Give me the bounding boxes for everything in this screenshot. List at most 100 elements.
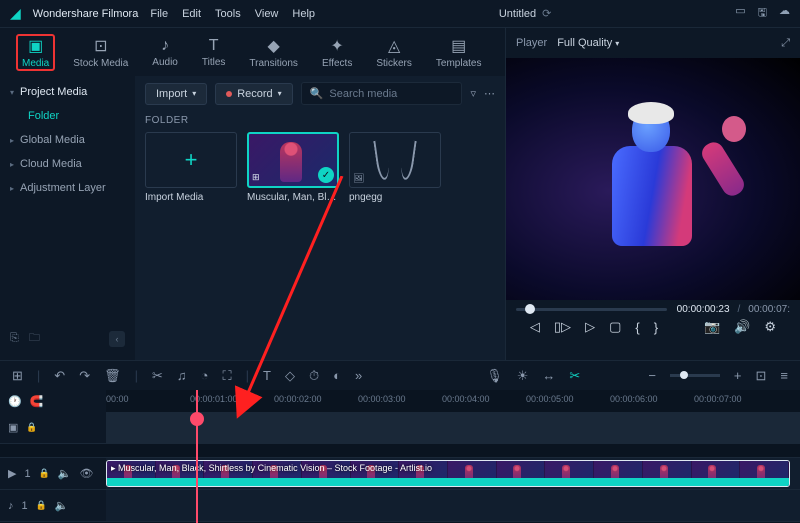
video-track-header[interactable]: ▶1🔒🔈👁	[0, 458, 106, 490]
nav-templates[interactable]: ▤Templates	[430, 34, 488, 71]
search-input[interactable]: 🔍Search media	[301, 82, 463, 105]
media-card-image[interactable]: 🖼 pngegg	[349, 132, 441, 203]
nav-media[interactable]: ▣Media	[16, 34, 55, 71]
import-button[interactable]: Import▾	[145, 83, 207, 105]
clip-icon: ▸	[111, 463, 116, 473]
playhead[interactable]	[196, 390, 198, 523]
eye-icon[interactable]: 👁	[80, 467, 94, 480]
time-ruler[interactable]: 00:00 00:00:01:00 00:00:02:00 00:00:03:0…	[0, 390, 800, 412]
zoom-out-button[interactable]: −	[648, 368, 656, 383]
select-tool-icon[interactable]: ⊞	[12, 368, 23, 384]
add-bin-icon[interactable]: ⎘	[10, 332, 19, 345]
video-track[interactable]: ▸ Muscular, Man, Black, Shirtless by Cin…	[106, 458, 800, 490]
silence-detect-icon[interactable]: ✂	[569, 368, 580, 384]
layout-icon[interactable]: ▭	[735, 4, 745, 23]
filter-icon[interactable]: ▿	[470, 87, 476, 100]
voice-icon[interactable]: 🎙	[486, 368, 503, 384]
music-beat-icon[interactable]: ♫	[177, 368, 187, 383]
sidebar-item-project-media[interactable]: ▾Project Media	[0, 80, 135, 104]
titles-icon: T	[209, 37, 219, 55]
sidebar-item-cloud-media[interactable]: ▸Cloud Media	[0, 152, 135, 176]
import-media-card[interactable]: + Import Media	[145, 132, 237, 203]
fit-button[interactable]: ⊡	[756, 368, 767, 384]
zoom-slider[interactable]	[670, 374, 720, 377]
overlay-track-header[interactable]: ▣🔒	[0, 412, 106, 444]
seek-slider[interactable]	[516, 308, 667, 311]
save-icon[interactable]: 🖫	[758, 4, 767, 23]
chevron-right-icon: ▸	[10, 136, 14, 145]
collapse-sidebar-icon[interactable]: ‹	[109, 331, 125, 347]
more-icon[interactable]: ⋯	[484, 87, 495, 100]
image-thumbnail: 🖼	[349, 132, 441, 188]
media-icon: ▣	[28, 36, 43, 56]
expand-icon[interactable]: ⤢	[781, 37, 790, 50]
video-clip[interactable]: ▸ Muscular, Man, Black, Shirtless by Cin…	[106, 460, 790, 487]
video-track-icon: ▶	[8, 467, 16, 480]
nav-audio[interactable]: ♪Audio	[146, 35, 184, 70]
nav-effects[interactable]: ✦Effects	[316, 34, 358, 71]
new-folder-icon[interactable]: 🗀	[29, 329, 40, 348]
audio-stretch-icon[interactable]: ↔	[542, 368, 555, 383]
next-frame-button[interactable]: ▢	[609, 319, 621, 335]
quality-dropdown[interactable]: Full Quality ▾	[557, 37, 619, 49]
menu-tools[interactable]: Tools	[215, 8, 241, 20]
timeline-options-icon[interactable]: ≡	[780, 368, 788, 383]
image-icon: 🖼	[353, 173, 364, 184]
media-browser: Import▾ Record▾ 🔍Search media ▿ ⋯ FOLDER…	[135, 76, 505, 360]
audio-track-header[interactable]: ♪1🔒🔈	[0, 490, 106, 522]
lock-icon[interactable]: 🔒	[26, 422, 37, 433]
redo-button[interactable]: ↷	[79, 368, 90, 384]
keyframe-icon[interactable]: ◇	[285, 368, 295, 384]
audio-track[interactable]	[106, 490, 800, 522]
zoom-in-button[interactable]: +	[734, 368, 742, 383]
marker-icon[interactable]: ◔	[201, 368, 209, 383]
app-name: Wondershare Filmora	[33, 8, 139, 20]
lock-icon[interactable]: 🔒	[36, 500, 47, 511]
delete-button[interactable]: 🗑	[104, 368, 121, 384]
mark-in-icon[interactable]: {	[635, 320, 639, 335]
audio-icon: ♪	[161, 37, 169, 55]
preview-viewport[interactable]	[506, 58, 800, 300]
stop-button[interactable]: ▯▷	[554, 319, 571, 335]
snapshot-button[interactable]: 📷	[704, 319, 720, 335]
play-button[interactable]: ▷	[585, 319, 595, 335]
nav-stickers[interactable]: ◬Stickers	[370, 34, 418, 71]
menu-edit[interactable]: Edit	[182, 8, 201, 20]
prev-frame-button[interactable]: ◁	[530, 319, 540, 335]
sidebar-item-adjustment-layer[interactable]: ▸Adjustment Layer	[0, 176, 135, 200]
crop-button[interactable]: ⛶	[223, 368, 232, 384]
chevron-down-icon: ▾	[278, 89, 282, 98]
color-button[interactable]: ◐	[333, 368, 341, 383]
document-title[interactable]: Untitled	[499, 8, 536, 20]
menu-view[interactable]: View	[255, 8, 279, 20]
volume-button[interactable]: 🔊	[734, 319, 750, 335]
sidebar-item-global-media[interactable]: ▸Global Media	[0, 128, 135, 152]
text-tool-icon[interactable]: T	[263, 368, 271, 383]
overlay-track[interactable]	[106, 412, 800, 444]
record-icon	[226, 91, 232, 97]
menu-help[interactable]: Help	[292, 8, 315, 20]
nav-titles[interactable]: TTitles	[196, 35, 232, 70]
mark-out-icon[interactable]: }	[654, 320, 658, 335]
preview-panel: Player Full Quality ▾ ⤢ 00:00:00:23 / 00…	[505, 28, 800, 360]
sidebar-item-folder[interactable]: Folder	[0, 104, 135, 128]
nav-stock-media[interactable]: ⊡Stock Media	[67, 34, 134, 71]
mixer-icon[interactable]: ☀	[517, 368, 529, 384]
effects-icon: ✦	[330, 36, 343, 56]
lock-icon[interactable]: 🔒	[39, 468, 50, 479]
chevron-down-icon: ▾	[10, 88, 14, 97]
record-button[interactable]: Record▾	[215, 83, 292, 105]
mute-icon[interactable]: 🔈	[58, 467, 72, 480]
transitions-icon: ◆	[268, 36, 280, 56]
more-tools-icon[interactable]: »	[355, 368, 362, 383]
mute-icon[interactable]: 🔈	[55, 499, 69, 512]
time-duration: 00:00:07:	[748, 304, 790, 315]
settings-button[interactable]: ⚙	[764, 319, 776, 335]
split-button[interactable]: ✂	[152, 368, 163, 384]
media-card-video[interactable]: ⊞ ✓ Muscular, Man, Black,...	[247, 132, 339, 203]
undo-button[interactable]: ↶	[54, 368, 65, 384]
cloud-icon[interactable]: ☁	[779, 4, 790, 23]
nav-transitions[interactable]: ◆Transitions	[243, 34, 304, 71]
menu-file[interactable]: File	[150, 8, 168, 20]
speed-button[interactable]: ⏱	[309, 368, 319, 384]
